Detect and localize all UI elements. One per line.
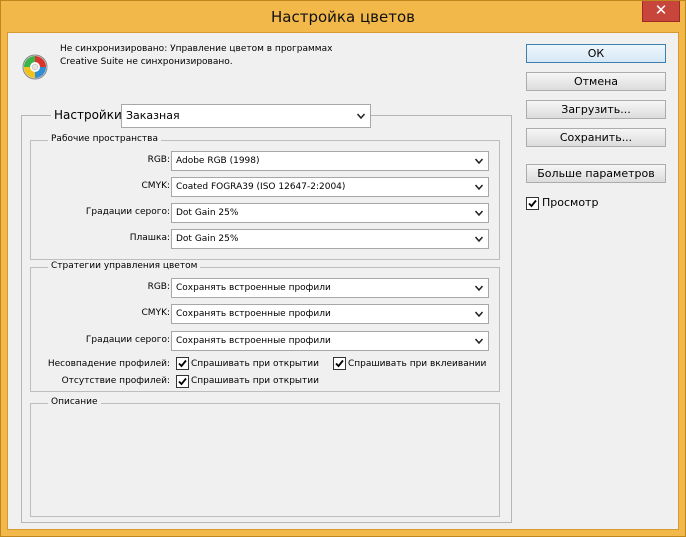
title-bar[interactable]: Настройка цветов ✕	[1, 1, 685, 32]
ok-button[interactable]: ОК	[526, 44, 666, 63]
settings-label: Настройки:	[51, 108, 129, 122]
ws-spot-select[interactable]: Dot Gain 25%	[171, 229, 489, 249]
policy-rgb-value: Сохранять встроенные профили	[176, 283, 331, 293]
chevron-down-icon	[475, 285, 483, 291]
missing-label: Отсутствие профилей:	[61, 376, 170, 386]
ws-cmyk-label: CMYK:	[141, 181, 170, 191]
policies-legend: Стратегии управления цветом	[48, 261, 201, 272]
mismatch-label: Несовпадение профилей:	[47, 359, 170, 369]
chevron-down-icon	[475, 158, 483, 164]
ws-gray-select[interactable]: Dot Gain 25%	[171, 203, 489, 223]
ws-gray-value: Dot Gain 25%	[176, 208, 239, 218]
sync-status-text: Не синхронизировано: Управление цветом в…	[60, 43, 380, 69]
dialog-client-area: Не синхронизировано: Управление цветом в…	[7, 32, 679, 530]
save-button[interactable]: Сохранить...	[526, 128, 666, 147]
checkmark-icon	[178, 359, 187, 368]
chevron-down-icon	[475, 184, 483, 190]
settings-select[interactable]: Заказная	[121, 104, 371, 128]
missing-open-label: Спрашивать при открытии	[191, 376, 319, 386]
policy-rgb-label: RGB:	[147, 282, 170, 292]
description-group	[30, 403, 500, 517]
policy-cmyk-label: CMYK:	[141, 308, 170, 318]
ws-spot-value: Dot Gain 25%	[176, 234, 239, 244]
color-settings-window: Настройка цветов ✕ Не синхронизировано: …	[0, 0, 686, 537]
checkmark-icon	[335, 359, 344, 368]
close-button[interactable]: ✕	[642, 1, 680, 22]
more-options-button[interactable]: Больше параметров	[526, 164, 666, 183]
ws-gray-label: Градации серого:	[85, 207, 170, 217]
mismatch-open-checkbox[interactable]	[176, 357, 189, 370]
preview-label: Просмотр	[542, 196, 599, 209]
checkmark-icon	[178, 377, 187, 386]
mismatch-paste-label: Спрашивать при вклеивании	[348, 359, 487, 369]
sync-status-line-2: Creative Suite не синхронизировано.	[60, 57, 233, 67]
color-sync-icon	[22, 54, 48, 80]
ws-cmyk-select[interactable]: Coated FOGRA39 (ISO 12647-2:2004)	[171, 177, 489, 197]
ws-rgb-value: Adobe RGB (1998)	[176, 156, 260, 166]
policy-gray-select[interactable]: Сохранять встроенные профили	[171, 331, 489, 351]
policy-cmyk-select[interactable]: Сохранять встроенные профили	[171, 304, 489, 324]
mismatch-open-label: Спрашивать при открытии	[191, 359, 319, 369]
policy-cmyk-value: Сохранять встроенные профили	[176, 309, 331, 319]
chevron-down-icon	[475, 338, 483, 344]
description-legend: Описание	[48, 397, 101, 408]
chevron-down-icon	[475, 210, 483, 216]
close-icon: ✕	[654, 1, 668, 19]
window-title: Настройка цветов	[271, 8, 415, 26]
chevron-down-icon	[475, 311, 483, 317]
working-spaces-legend: Рабочие пространства	[48, 134, 161, 145]
policy-gray-label: Градации серого:	[85, 335, 170, 345]
preview-checkbox[interactable]	[526, 197, 539, 210]
settings-select-value: Заказная	[126, 109, 180, 122]
checkmark-icon	[528, 199, 537, 208]
ws-rgb-label: RGB:	[147, 155, 170, 165]
ws-cmyk-value: Coated FOGRA39 (ISO 12647-2:2004)	[176, 182, 346, 192]
ws-spot-label: Плашка:	[129, 233, 170, 243]
policy-gray-value: Сохранять встроенные профили	[176, 336, 331, 346]
sync-status-line-1: Не синхронизировано: Управление цветом в…	[60, 44, 333, 54]
ws-rgb-select[interactable]: Adobe RGB (1998)	[171, 151, 489, 171]
policy-rgb-select[interactable]: Сохранять встроенные профили	[171, 278, 489, 298]
missing-open-checkbox[interactable]	[176, 375, 189, 388]
chevron-down-icon	[475, 236, 483, 242]
mismatch-paste-checkbox[interactable]	[333, 357, 346, 370]
chevron-down-icon	[357, 113, 365, 119]
cancel-button[interactable]: Отмена	[526, 72, 666, 91]
load-button[interactable]: Загрузить...	[526, 100, 666, 119]
